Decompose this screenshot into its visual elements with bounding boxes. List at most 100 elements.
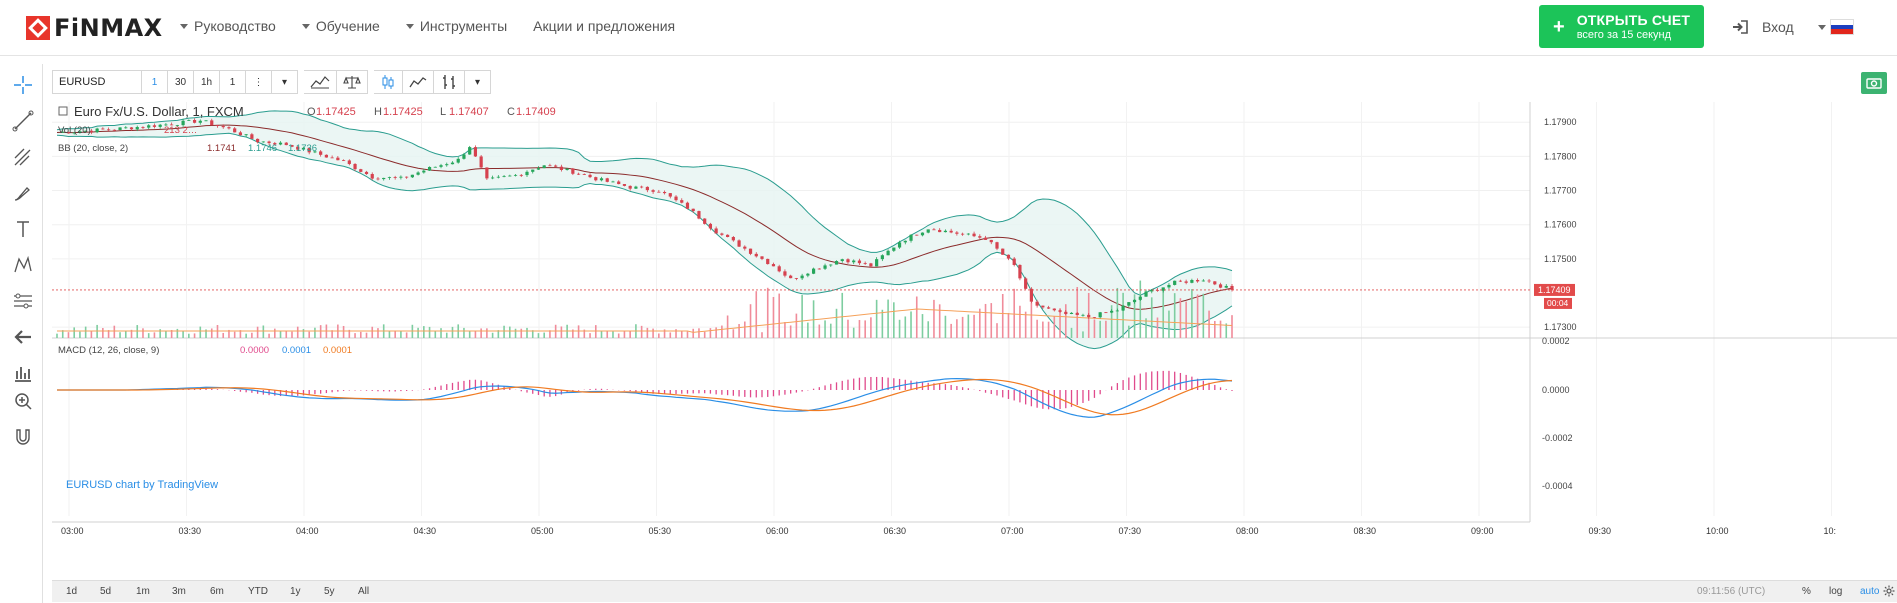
indicators-button[interactable] xyxy=(304,70,337,94)
area-chart-button[interactable] xyxy=(403,70,434,94)
candle-body xyxy=(227,127,231,129)
bars-chart-button[interactable] xyxy=(434,70,465,94)
volume-bar xyxy=(910,311,912,338)
pattern-icon[interactable] xyxy=(12,254,34,276)
login-link[interactable]: Вход xyxy=(1732,19,1794,35)
volume-bar xyxy=(692,328,695,338)
range-1d[interactable]: 1d xyxy=(66,586,77,597)
arrow-left-icon[interactable] xyxy=(12,326,34,348)
volume-bar xyxy=(1082,331,1084,338)
magnet-icon[interactable] xyxy=(12,426,34,448)
candle-body xyxy=(903,240,907,243)
candle-body xyxy=(565,168,569,170)
range-6m[interactable]: 6m xyxy=(210,586,224,597)
price-chart[interactable]: 1.17900 1.17800 1.17700 1.17600 1.17500 1.173… xyxy=(52,102,1897,580)
volume-bar xyxy=(222,332,225,338)
volume-bar xyxy=(514,328,517,338)
range-3m[interactable]: 3m xyxy=(172,586,186,597)
candle-body xyxy=(691,208,695,212)
interval-1h[interactable]: 1h xyxy=(194,70,220,94)
range-ytd[interactable]: YTD xyxy=(248,586,268,597)
interval-30m[interactable]: 30 xyxy=(168,70,194,94)
volume-bar xyxy=(646,327,649,338)
nav-item-promotions[interactable]: Акции и предложения xyxy=(533,18,675,34)
candle-body xyxy=(811,268,816,274)
volume-bar xyxy=(480,328,482,338)
volume-bar xyxy=(302,329,305,338)
candles-button[interactable] xyxy=(374,70,403,94)
candle-body xyxy=(909,234,913,241)
candle-body xyxy=(462,154,466,159)
volume-bar xyxy=(915,296,918,338)
volume-bar xyxy=(921,314,924,338)
price-tick-label: 1.17700 xyxy=(1544,186,1577,196)
candle-body xyxy=(416,172,420,175)
nav-item-education[interactable]: Обучение xyxy=(301,18,380,34)
camera-icon[interactable] xyxy=(1861,72,1887,94)
text-tool-icon[interactable] xyxy=(12,218,34,240)
volume-bar xyxy=(1139,280,1142,338)
volume-bar xyxy=(199,326,202,338)
volume-bar xyxy=(147,333,150,338)
volume-bar xyxy=(979,308,981,338)
language-selector[interactable] xyxy=(1818,19,1854,35)
range-5d[interactable]: 5d xyxy=(100,586,111,597)
interval-1m[interactable]: 1 xyxy=(142,70,168,94)
interval-custom[interactable]: 1 xyxy=(220,70,246,94)
volume-bar xyxy=(1162,288,1165,338)
candle-body xyxy=(433,166,437,168)
pitchfork-icon[interactable] xyxy=(12,146,34,168)
candle-body xyxy=(1046,307,1051,309)
nav-item-tools[interactable]: Инструменты xyxy=(405,18,507,34)
candle-body xyxy=(594,177,598,181)
crosshair-icon[interactable] xyxy=(12,74,34,96)
volume-bar xyxy=(451,326,454,338)
candle-body xyxy=(926,229,930,233)
compare-button[interactable] xyxy=(337,70,368,94)
candle-body xyxy=(961,233,965,235)
volume-bar xyxy=(102,328,104,338)
range-1y[interactable]: 1y xyxy=(290,586,301,597)
time-tick-label: 03:30 xyxy=(179,526,202,536)
range-1m[interactable]: 1m xyxy=(136,586,150,597)
nav-label: Руководство xyxy=(194,18,276,34)
candle-body xyxy=(846,259,850,263)
nav-item-guide[interactable]: Руководство xyxy=(180,18,276,34)
indicators-icon[interactable] xyxy=(12,362,34,384)
time-tick-label: 06:00 xyxy=(766,526,789,536)
open-account-button[interactable]: + ОТКРЫТЬ СЧЕТ всего за 15 секунд xyxy=(1539,5,1704,48)
symbol-input[interactable]: EURUSD xyxy=(52,70,142,94)
volume-bar xyxy=(812,300,815,338)
candle-body xyxy=(124,127,128,129)
candle-body xyxy=(576,173,581,175)
percent-toggle[interactable]: % xyxy=(1802,586,1811,597)
volume-bar xyxy=(1122,292,1124,338)
volume-bar xyxy=(491,332,494,338)
brush-icon[interactable] xyxy=(12,182,34,204)
trend-line-icon[interactable] xyxy=(12,110,34,132)
volume-bar xyxy=(90,330,93,338)
candle-body xyxy=(915,234,919,236)
finmax-logo[interactable]: FiNMAX xyxy=(26,14,163,42)
candle-body xyxy=(531,169,535,172)
more-intervals-icon[interactable]: ⋮ xyxy=(246,70,272,94)
candle-body xyxy=(456,158,460,163)
zoom-icon[interactable] xyxy=(12,390,34,412)
range-5y[interactable]: 5y xyxy=(324,586,335,597)
settings-gear-icon[interactable] xyxy=(1883,585,1895,597)
log-toggle[interactable]: log xyxy=(1829,586,1842,597)
candle-body xyxy=(1001,248,1005,255)
measure-icon[interactable] xyxy=(12,290,34,312)
candle-body xyxy=(989,239,993,243)
candle-body xyxy=(1012,258,1016,265)
candle-body xyxy=(886,250,890,256)
intervals-dropdown-icon[interactable]: ▾ xyxy=(272,70,298,94)
candle-body xyxy=(829,264,833,266)
volume-bar xyxy=(652,328,654,338)
range-all[interactable]: All xyxy=(358,586,369,597)
auto-toggle[interactable]: auto xyxy=(1860,586,1879,597)
candle-body xyxy=(680,200,684,203)
volume-bar xyxy=(182,330,184,338)
chart-type-dropdown-icon[interactable]: ▾ xyxy=(465,70,491,94)
volume-bar xyxy=(509,326,511,338)
